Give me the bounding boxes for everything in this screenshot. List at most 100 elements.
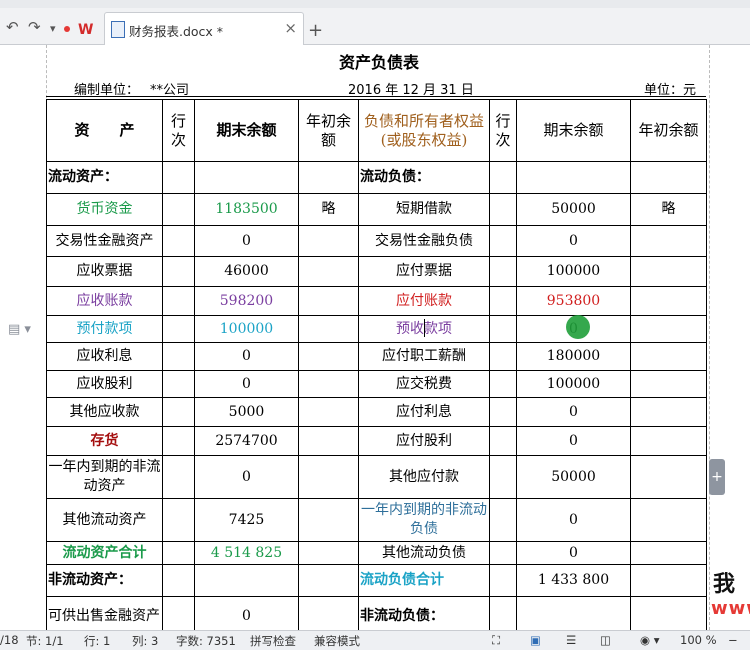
liability-begin-value <box>630 256 707 287</box>
header-end-balance: 期末余额 <box>516 99 631 162</box>
liability-begin-value <box>630 397 707 427</box>
paragraph-icon[interactable]: ▤ ▾ <box>8 322 31 337</box>
zoom-level[interactable]: 100 % <box>680 633 717 647</box>
table-row[interactable]: 交易性金融资产 0 交易性金融负债 0 <box>46 225 707 257</box>
spell-check-button[interactable]: 拼写检查 <box>250 633 296 649</box>
table-row[interactable]: 其他应收款 5000 应付利息 0 <box>46 397 707 427</box>
line-no-cell <box>162 455 195 499</box>
liability-name: 流动负债： <box>358 161 490 194</box>
liability-name: 应付利息 <box>358 397 490 427</box>
line-no-cell <box>162 541 195 565</box>
line-no-cell <box>162 397 195 427</box>
asset-end-value: 0 <box>194 455 299 499</box>
status-bar: /18 节: 1/1 行: 1 列: 3 字数: 7351 拼写检查 兼容模式 … <box>0 630 750 650</box>
undo-icon[interactable]: ↶ <box>6 18 19 36</box>
liability-begin-value <box>630 370 707 398</box>
doc-file-icon <box>111 21 125 38</box>
line-no-cell <box>162 596 195 630</box>
liability-name: 应交税费 <box>358 370 490 398</box>
close-tab-icon[interactable]: × <box>284 19 297 37</box>
line-no-cell <box>162 342 195 371</box>
table-row[interactable]: 其他流动资产 7425 一年内到期的非流动负债 0 <box>46 498 707 542</box>
asset-begin-value <box>298 541 359 565</box>
outline-view-icon[interactable]: ☰ <box>566 633 576 647</box>
table-row[interactable]: 流动资产： 流动负债： <box>46 161 707 194</box>
asset-begin-value <box>298 455 359 499</box>
page-view-icon[interactable]: ▣ <box>530 633 541 647</box>
redo-icon[interactable]: ↷ <box>28 18 41 36</box>
liability-end-value <box>516 596 631 630</box>
eye-protect-icon[interactable]: ◉ ▾ <box>640 633 659 647</box>
table-row[interactable]: 可供出售金融资产 0 非流动负债： <box>46 596 707 630</box>
liability-name: 非流动负债： <box>358 596 490 630</box>
table-row[interactable]: 货币资金 1183500 略 短期借款 50000 略 <box>46 193 707 226</box>
asset-begin-value <box>298 256 359 287</box>
header-liabilities-equity: 负债和所有者权益(或股东权益) <box>358 99 490 162</box>
line-no-cell <box>162 161 195 194</box>
table-row[interactable]: 应收股利 0 应交税费 100000 <box>46 370 707 398</box>
asset-begin-value <box>298 498 359 542</box>
table-row[interactable]: 应收账款 598200 应付账款 953800 <box>46 286 707 316</box>
zoom-out-icon[interactable]: − <box>728 633 738 647</box>
asset-end-value: 2574700 <box>194 426 299 456</box>
asset-name: 其他流动资产 <box>46 498 163 542</box>
table-row[interactable]: 预付款项 100000 预收款项 0 <box>46 315 707 343</box>
asset-begin-value: 略 <box>298 193 359 226</box>
header-rule <box>46 96 706 97</box>
asset-begin-value <box>298 161 359 194</box>
tab-document[interactable]: 财务报表.docx * × <box>104 12 304 45</box>
wps-logo-icon[interactable]: W <box>78 22 93 38</box>
status-page: /18 <box>0 633 19 647</box>
new-tab-button[interactable]: + <box>308 20 323 41</box>
line-no-cell <box>489 541 517 565</box>
liability-end-value: 180000 <box>516 342 631 371</box>
asset-name: 应收股利 <box>46 370 163 398</box>
header-end-balance: 期末余额 <box>194 99 299 162</box>
expand-panel-button[interactable]: + <box>709 459 725 495</box>
dropdown-icon[interactable]: ▾ <box>50 22 56 35</box>
table-row[interactable]: 应收利息 0 应付职工薪酬 180000 <box>46 342 707 371</box>
liability-begin-value <box>630 455 707 499</box>
fullscreen-icon[interactable]: ⛶ <box>492 633 500 648</box>
liability-name: 其他应付款 <box>358 455 490 499</box>
table-row[interactable]: 非流动资产： 流动负债合计 1 433 800 <box>46 564 707 597</box>
asset-end-value: 4 514 825 <box>194 541 299 565</box>
liability-end-value: 1 433 800 <box>516 564 631 597</box>
asset-end-value: 1183500 <box>194 193 299 226</box>
balance-sheet-table[interactable]: 资 产 行次 期末余额 年初余额 负债和所有者权益(或股东权益) 行次 期末余额… <box>46 99 707 630</box>
liability-name: 一年内到期的非流动负债 <box>358 498 490 542</box>
header-assets: 资 产 <box>46 99 163 162</box>
page-margin-right <box>709 45 710 630</box>
line-no-cell <box>489 342 517 371</box>
liability-end-value: 953800 <box>516 286 631 316</box>
asset-end-value: 100000 <box>194 315 299 343</box>
liability-end-value: 50000 <box>516 193 631 226</box>
liability-begin-value <box>630 225 707 257</box>
table-row[interactable]: 应收票据 46000 应付票据 100000 <box>46 256 707 287</box>
table-row[interactable]: 存货 2574700 应付股利 0 <box>46 426 707 456</box>
asset-begin-value <box>298 342 359 371</box>
liability-name: 应付票据 <box>358 256 490 287</box>
liability-begin-value <box>630 161 707 194</box>
line-no-cell <box>162 286 195 316</box>
asset-name: 其他应收款 <box>46 397 163 427</box>
tab-bar: ↶ ↷ ▾ W 财务报表.docx * × + <box>0 8 750 45</box>
liability-name: 应付账款 <box>358 286 490 316</box>
liability-name: 其他流动负债 <box>358 541 490 565</box>
line-no-cell <box>489 370 517 398</box>
asset-end-value: 5000 <box>194 397 299 427</box>
web-view-icon[interactable]: ◫ <box>600 633 611 647</box>
line-no-cell <box>162 256 195 287</box>
line-no-cell <box>162 498 195 542</box>
asset-begin-value <box>298 370 359 398</box>
header-begin-balance: 年初余额 <box>298 99 359 162</box>
document-page[interactable]: 资产负债表 编制单位： **公司 2016 年 12 月 31 日 单位：元 资… <box>46 45 712 630</box>
status-word-count[interactable]: 字数: 7351 <box>176 633 236 649</box>
asset-end-value: 598200 <box>194 286 299 316</box>
liability-end-value: 100000 <box>516 370 631 398</box>
liability-name: 应付股利 <box>358 426 490 456</box>
line-no-cell <box>489 426 517 456</box>
liability-end-value: 0 <box>516 541 631 565</box>
table-row[interactable]: 一年内到期的非流动资产 0 其他应付款 50000 <box>46 455 707 499</box>
table-row[interactable]: 流动资产合计 4 514 825 其他流动负债 0 <box>46 541 707 565</box>
